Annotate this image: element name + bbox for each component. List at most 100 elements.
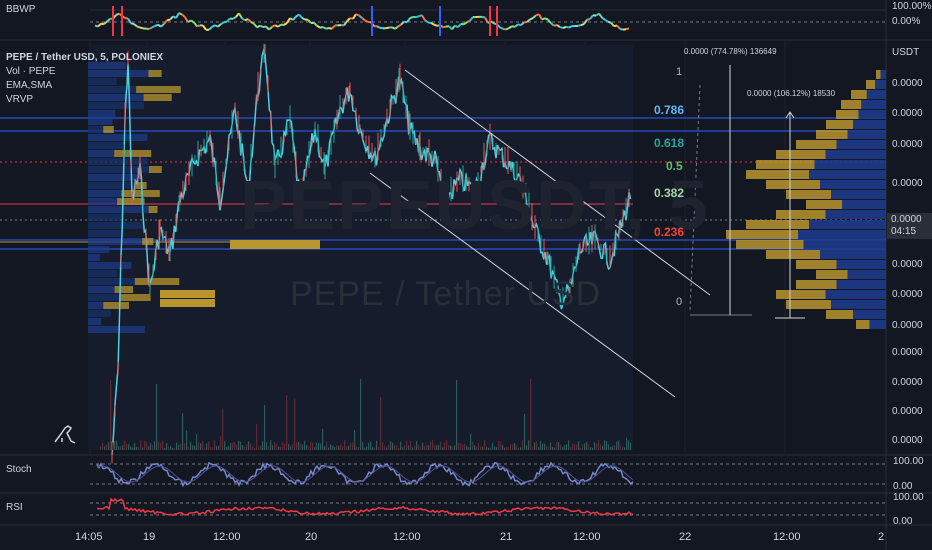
volume-bar xyxy=(126,443,128,450)
volume-bar xyxy=(530,378,532,450)
volume-bar xyxy=(220,436,222,450)
volume-bar xyxy=(426,445,428,450)
volume-bar xyxy=(116,440,118,450)
price-tick: 0.0000 xyxy=(892,347,923,358)
volume-bar xyxy=(506,446,508,450)
volume-bar xyxy=(498,441,500,450)
volume-bar xyxy=(296,442,298,450)
price-tick: 0.0000 xyxy=(892,259,923,270)
volume-bar xyxy=(172,447,174,450)
volume-bar xyxy=(124,440,126,450)
vp-bar xyxy=(803,240,886,249)
volume-bar xyxy=(514,442,516,450)
vp-bar xyxy=(776,150,826,159)
price-tick: 0.0000 xyxy=(892,435,923,446)
volume-bar xyxy=(516,445,518,450)
volume-bar xyxy=(610,447,612,450)
volume-bar xyxy=(390,441,392,450)
volume-bar xyxy=(602,445,604,450)
volume-bar xyxy=(618,440,620,450)
indicator-volume[interactable]: Vol · PEPE xyxy=(6,65,163,79)
volume-bar xyxy=(452,446,454,450)
volume-bar xyxy=(384,445,386,450)
chart-legend: PEPE / Tether USD, 5, POLONIEX Vol · PEP… xyxy=(6,51,163,107)
vp-bar xyxy=(847,130,886,139)
volume-bar xyxy=(410,440,412,450)
volume-bar xyxy=(336,445,338,450)
time-tick: 12:00 xyxy=(213,531,241,543)
volume-bar xyxy=(240,441,242,450)
volume-bar xyxy=(114,440,116,450)
vp-bar xyxy=(776,290,826,299)
volume-bar xyxy=(564,445,566,450)
vp-bar xyxy=(796,260,837,269)
vp-bar xyxy=(766,250,820,259)
volume-bar xyxy=(248,441,250,450)
vp-bar xyxy=(836,260,886,269)
vp-bar xyxy=(825,150,886,159)
bbwp-segment xyxy=(580,23,585,26)
vp-bar xyxy=(866,90,886,99)
vp-bar xyxy=(134,278,180,285)
vp-bar xyxy=(746,220,809,229)
vp-bar xyxy=(88,326,145,333)
bbwp-segment xyxy=(619,27,624,31)
indicator-ema-sma[interactable]: EMA,SMA xyxy=(6,79,163,93)
volume-bar xyxy=(346,446,348,450)
volume-bar xyxy=(264,405,266,450)
volume-bar xyxy=(186,430,188,450)
vp-bar xyxy=(88,278,135,285)
volume-bar xyxy=(458,443,460,450)
bbwp-segment xyxy=(481,15,486,19)
volume-bar xyxy=(306,445,308,450)
rsi-tick-100: 100.00 xyxy=(893,492,924,503)
volume-bar xyxy=(134,443,136,450)
symbol-title[interactable]: PEPE / Tether USD, 5, POLONIEX xyxy=(6,51,163,65)
volume-bar xyxy=(528,440,530,450)
volume-bar xyxy=(308,446,310,450)
bbwp-segment xyxy=(130,22,135,26)
stoch-pane-title: Stoch xyxy=(6,464,32,475)
volume-bar xyxy=(316,442,318,450)
volume-bar xyxy=(552,446,554,450)
volume-bar xyxy=(598,440,600,450)
vp-bar xyxy=(88,182,136,189)
bbwp-segment xyxy=(124,17,129,20)
volume-bar xyxy=(466,445,468,450)
volume-bar xyxy=(122,445,124,450)
volume-bar xyxy=(176,442,178,450)
vp-bar xyxy=(841,100,862,109)
volume-bar xyxy=(540,441,542,450)
volume-bar xyxy=(208,441,210,450)
volume-bar xyxy=(594,442,596,450)
currency-label: USDT xyxy=(892,47,920,58)
vp-bar xyxy=(88,206,149,213)
volume-bar xyxy=(222,408,224,450)
volume-bar xyxy=(626,437,628,450)
vp-bar xyxy=(88,310,111,317)
volume-bar xyxy=(164,447,166,450)
fib-label-1: 1 xyxy=(676,66,683,78)
vp-bar xyxy=(160,299,215,307)
volume-bar xyxy=(544,443,546,450)
volume-bar xyxy=(292,444,294,450)
volume-bar xyxy=(500,441,502,450)
volume-bar xyxy=(462,444,464,450)
measure-label-1: 0.0000 (774.78%) 136649 xyxy=(684,47,777,56)
bbwp-segment xyxy=(544,17,549,21)
volume-bar xyxy=(334,446,336,450)
vp-bar xyxy=(842,200,886,209)
vp-bar xyxy=(836,140,886,149)
time-tick: 12:00 xyxy=(573,531,601,543)
volume-bar xyxy=(476,446,478,450)
volume-bar xyxy=(456,379,458,450)
vp-bar xyxy=(856,320,870,329)
volume-bar xyxy=(332,445,334,450)
volume-bar xyxy=(534,442,536,450)
volume-bar xyxy=(414,445,416,450)
vp-bar xyxy=(88,318,102,325)
volume-bar xyxy=(502,444,504,450)
current-price: 0.0000 xyxy=(891,214,922,225)
indicator-vrvp[interactable]: VRVP xyxy=(6,93,163,107)
bbwp-segment xyxy=(415,15,420,19)
